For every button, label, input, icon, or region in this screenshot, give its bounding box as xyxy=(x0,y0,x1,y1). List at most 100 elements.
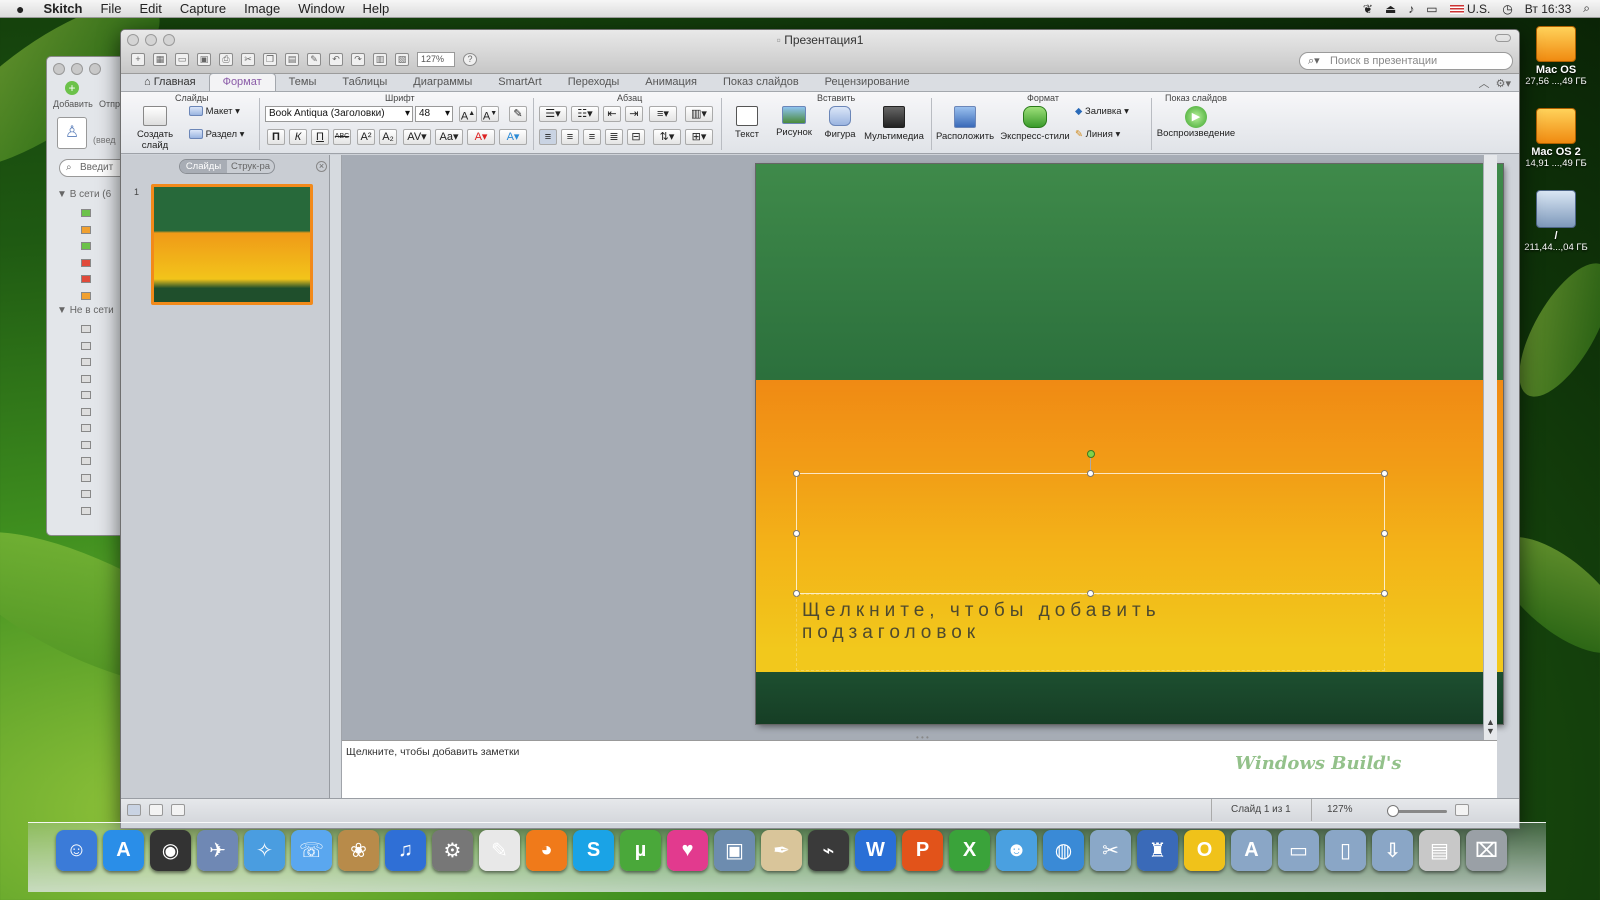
zoom-slider-knob[interactable] xyxy=(1387,805,1399,817)
contact-row[interactable] xyxy=(53,470,123,487)
arrange-button[interactable]: Расположить xyxy=(935,106,995,142)
contact-row[interactable] xyxy=(53,238,123,255)
ichat-icon[interactable]: ☏ xyxy=(291,830,332,871)
grapher-icon[interactable]: ⌁ xyxy=(808,830,849,871)
finder-icon[interactable]: ☺ xyxy=(56,830,97,871)
menu-file[interactable]: File xyxy=(91,0,130,18)
cut-icon[interactable]: ✂ xyxy=(241,53,255,66)
network-globe-icon[interactable]: ◍ xyxy=(1043,830,1084,871)
contact-row[interactable] xyxy=(53,288,123,305)
time-machine-icon[interactable]: ◷ xyxy=(1502,2,1512,16)
menu-app-name[interactable]: Skitch xyxy=(34,0,91,18)
normal-view-icon[interactable] xyxy=(127,804,141,816)
undo-icon[interactable]: ↶ xyxy=(329,53,343,66)
contact-row[interactable] xyxy=(53,338,123,355)
documents-folder-icon[interactable]: ▭ xyxy=(1278,830,1319,871)
sidebar-toggle-icon[interactable]: ▧ xyxy=(395,53,409,66)
trash-icon[interactable]: ⌧ xyxy=(1466,830,1507,871)
tab-format[interactable]: Формат xyxy=(208,73,276,91)
menu-capture[interactable]: Capture xyxy=(171,0,235,18)
status-app-icon[interactable]: ❦ xyxy=(1363,2,1373,16)
contact-row[interactable] xyxy=(53,453,123,470)
notes-pane[interactable]: Щелкните, чтобы добавить заметки Windows… xyxy=(342,740,1497,798)
print-icon[interactable]: ⎙ xyxy=(219,53,233,66)
strikethrough-button[interactable]: ABC xyxy=(333,129,351,145)
pane-splitter[interactable] xyxy=(330,155,342,798)
zoom-percent[interactable]: 127% xyxy=(1327,804,1353,815)
clear-format-button[interactable]: ✎ xyxy=(509,106,527,122)
tab-home[interactable]: ⌂ Главная xyxy=(131,74,209,91)
font-color-button[interactable]: A▾ xyxy=(467,129,495,145)
insert-shape-button[interactable]: Фигура xyxy=(819,106,861,140)
rotate-handle[interactable] xyxy=(1087,450,1095,458)
ribbon-settings-icon[interactable]: ⚙▾ xyxy=(1496,78,1511,90)
contact-row[interactable] xyxy=(53,387,123,404)
utorrent-icon[interactable]: µ xyxy=(620,830,661,871)
desktop-drive-macos[interactable]: Mac OS 27,56 ...,49 ГБ xyxy=(1514,26,1598,87)
opera-icon[interactable]: O xyxy=(1184,830,1225,871)
tab-themes[interactable]: Темы xyxy=(276,74,330,91)
contact-row[interactable] xyxy=(53,321,123,338)
notes-placeholder[interactable]: Щелкните, чтобы добавить заметки xyxy=(346,746,519,758)
segment-slides[interactable]: Слайды xyxy=(180,160,227,173)
font-size-select[interactable]: 48 ▾ xyxy=(415,106,453,122)
slide-thumbnail[interactable] xyxy=(151,184,313,305)
subscript-button[interactable]: A₂ xyxy=(379,129,397,145)
eject-icon[interactable]: ⏏ xyxy=(1385,2,1396,16)
tab-review[interactable]: Рецензирование xyxy=(812,74,923,91)
subtitle-placeholder-text[interactable]: Щелкните, чтобы добавить подзаголовок xyxy=(802,600,1242,644)
tab-transitions[interactable]: Переходы xyxy=(555,74,633,91)
app-store-icon[interactable]: A xyxy=(103,830,144,871)
menu-help[interactable]: Help xyxy=(353,0,398,18)
contact-row[interactable] xyxy=(53,354,123,371)
menu-image[interactable]: Image xyxy=(235,0,289,18)
contact-row[interactable] xyxy=(53,205,123,222)
play-slideshow-button[interactable]: ▶ Воспроизведение xyxy=(1155,106,1237,139)
superscript-button[interactable]: A² xyxy=(357,129,375,145)
input-source-flag-icon[interactable]: U.S. xyxy=(1449,2,1490,16)
contacts-search-input[interactable]: ⌕ Введит xyxy=(59,159,123,177)
text-effects-button[interactable]: A▾ xyxy=(499,129,527,145)
heart-app-icon[interactable]: ♥ xyxy=(667,830,708,871)
tab-smartart[interactable]: SmartArt xyxy=(485,74,554,91)
vertical-scrollbar[interactable]: ▲ ▼ xyxy=(1483,155,1497,740)
contact-row[interactable] xyxy=(53,486,123,503)
layout-button[interactable]: Макет ▾ xyxy=(189,106,255,117)
system-preferences-icon[interactable]: ⚙ xyxy=(432,830,473,871)
new-presentation-icon[interactable]: + xyxy=(131,53,145,66)
segment-outline[interactable]: Струк-ра xyxy=(227,160,274,173)
section-button[interactable]: Раздел ▾ xyxy=(189,129,255,140)
close-pane-icon[interactable]: × xyxy=(316,161,327,172)
iphoto-icon[interactable]: ❀ xyxy=(338,830,379,871)
line-button[interactable]: ✎ Линия ▾ xyxy=(1075,129,1147,140)
skype-icon[interactable]: S xyxy=(573,830,614,871)
collapse-ribbon-icon[interactable]: ︿ xyxy=(1478,78,1489,90)
desktop-drive-root[interactable]: /211,44...,04 ГБ xyxy=(1514,190,1598,253)
insert-picture-button[interactable]: Рисунок xyxy=(771,106,817,138)
applications-folder-icon[interactable]: A xyxy=(1231,830,1272,871)
tab-tables[interactable]: Таблицы xyxy=(329,74,400,91)
bullets-button[interactable]: ☰▾ xyxy=(539,106,567,122)
desktop-drive-macos2[interactable]: Mac OS 2 14,91 ...,49 ГБ xyxy=(1514,108,1598,169)
grow-font-button[interactable]: A▲ xyxy=(459,106,477,123)
textedit-icon[interactable]: ✎ xyxy=(479,830,520,871)
gallery-icon[interactable]: ▥ xyxy=(373,53,387,66)
zoom-slider[interactable] xyxy=(1391,810,1447,813)
align-text-button[interactable]: ⊞▾ xyxy=(685,129,713,145)
tab-animations[interactable]: Анимация xyxy=(632,74,710,91)
font-name-select[interactable]: Book Antiqua (Заголовки) ▾ xyxy=(265,106,413,122)
menu-edit[interactable]: Edit xyxy=(130,0,170,18)
scroll-arrows-icon[interactable]: ▲ ▼ xyxy=(1486,718,1495,736)
avatar[interactable]: ♙ xyxy=(57,117,87,149)
downloads-folder-icon[interactable]: ⇩ xyxy=(1372,830,1413,871)
group-offline[interactable]: ▼ Не в сети xyxy=(57,305,114,316)
quick-styles-button[interactable]: Экспресс-стили xyxy=(997,106,1073,142)
fill-button[interactable]: ◆ Заливка ▾ xyxy=(1075,106,1147,117)
photo-app-icon[interactable]: ▣ xyxy=(714,830,755,871)
contact-row[interactable] xyxy=(53,371,123,388)
presentation-search-input[interactable]: ⌕▾ Поиск в презентации xyxy=(1299,52,1513,70)
pen-notes-icon[interactable]: ✒ xyxy=(761,830,802,871)
redo-icon[interactable]: ↷ xyxy=(351,53,365,66)
menu-window[interactable]: Window xyxy=(289,0,353,18)
text-direction-button[interactable]: ⇅▾ xyxy=(653,129,681,145)
